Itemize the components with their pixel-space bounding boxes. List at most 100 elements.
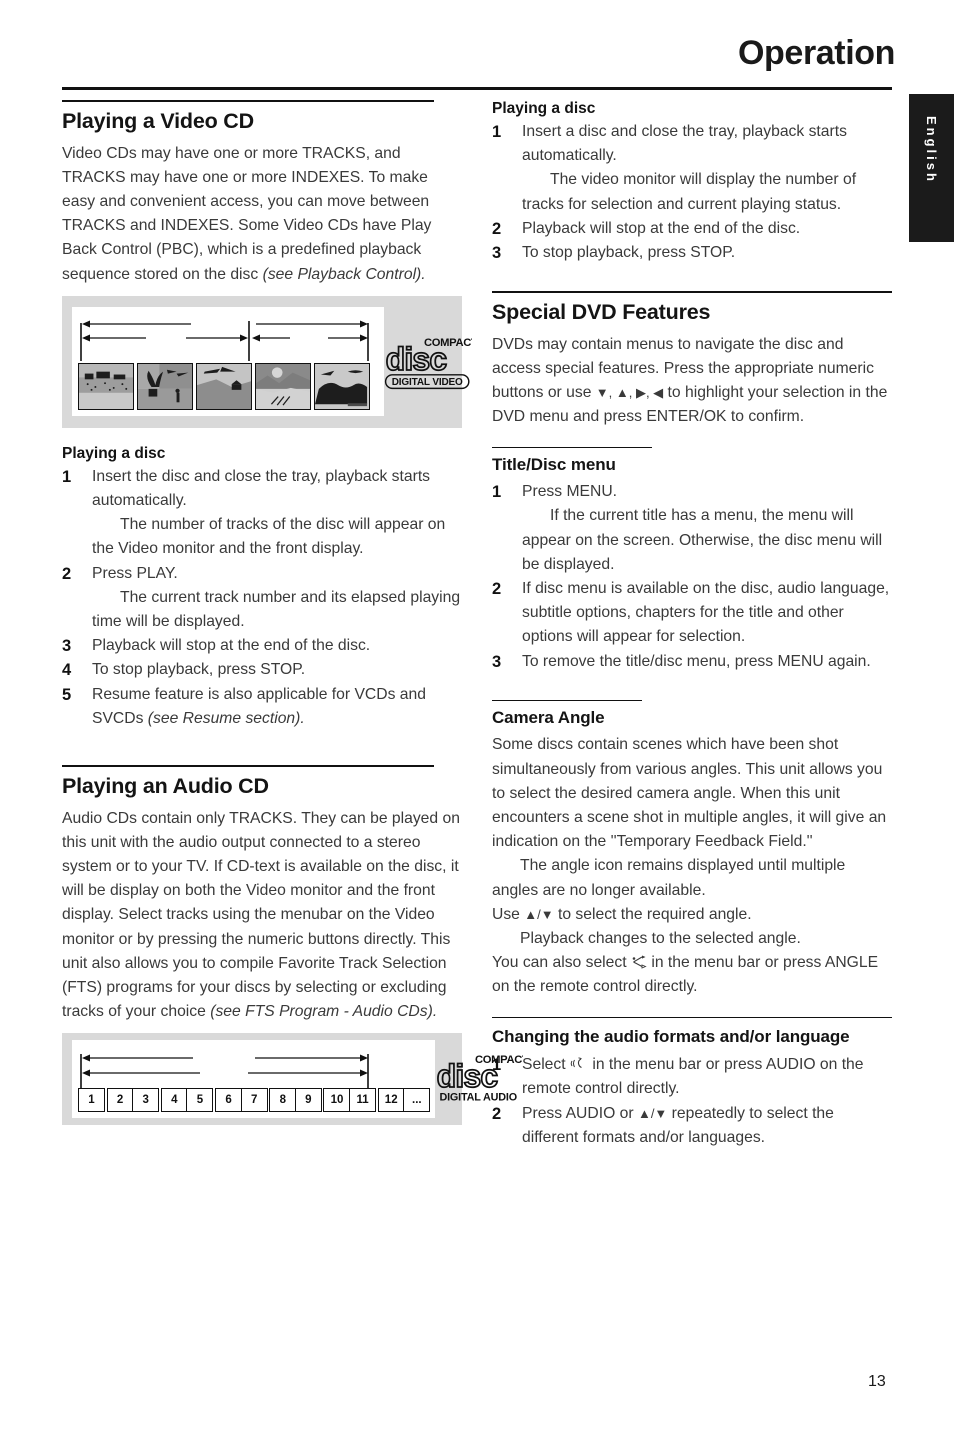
step-text: To stop playback, press STOP. [92, 661, 306, 679]
track-box: 5 [186, 1088, 214, 1113]
step-number: 3 [62, 637, 72, 656]
video-cd-thumbnails [78, 363, 378, 411]
list-item: 1 Insert the disc and close the tray, pl… [62, 465, 462, 562]
camera-angle-note-2: Playback changes to the selected angle. [520, 930, 801, 948]
step-text: Playback will stop at the end of the dis… [92, 637, 371, 655]
angle-icon [632, 955, 647, 969]
camera-angle-paragraph-3: Use ▲/▼ to select the required angle. [492, 903, 892, 927]
track-box: 6 [215, 1088, 243, 1113]
audio-formats-rule [492, 1016, 892, 1019]
video-cd-intro: Video CDs may have one or more TRACKS, a… [62, 144, 432, 283]
video-cd-heading-rule [62, 100, 434, 102]
video-thumbnail [137, 363, 193, 411]
title-disc-menu-steps-list: 1 Press MENU. If the current title has a… [492, 480, 892, 674]
audio-format-steps-list: 1 Select in the menu bar or press AUDIO … [492, 1053, 892, 1150]
camera-angle-post: to select the required angle. [553, 905, 752, 923]
track-index-arrow-graphic [80, 320, 369, 362]
step-text: To stop playback, press STOP. [522, 244, 736, 262]
step-text: To remove the title/disc menu, press MEN… [522, 652, 871, 670]
step-text-pre: Select [522, 1056, 570, 1074]
subheading-playing-a-disc-dvd: Playing a disc [492, 100, 596, 117]
camera-angle-pre: Use [492, 905, 525, 923]
track-box: 11 [349, 1088, 377, 1113]
left-column: Playing a Video CD Video CDs may have on… [62, 100, 523, 1126]
audio-cd-heading-rule [62, 765, 434, 767]
header-divider [62, 87, 892, 90]
step-number: 2 [492, 1104, 502, 1123]
audio-cd-figure: 1 2 3 4 5 6 7 8 9 10 11 12 ... COMPACT d… [62, 1033, 523, 1126]
track-box: 1 [78, 1088, 105, 1113]
step-number: 2 [492, 219, 502, 238]
heading-playing-a-video-cd: Playing a Video CD [62, 108, 254, 133]
list-item: 3 Playback will stop at the end of the d… [62, 634, 462, 658]
language-tab-label: English [924, 116, 939, 184]
track-box: 2 [106, 1088, 134, 1113]
track-box: 12 [377, 1088, 405, 1113]
step-text: Insert a disc and close the tray, playba… [522, 123, 847, 165]
cd-digital-video-logo-wrap: COMPACT disc DIGITAL VIDEO [384, 334, 472, 390]
video-cd-intro-text: Video CDs may have one or more TRACKS, a… [62, 142, 462, 287]
video-cd-intro-italic: (see Playback Control). [262, 265, 426, 283]
step-text: If disc menu is available on the disc, a… [522, 580, 890, 646]
list-item: 1 Select in the menu bar or press AUDIO … [492, 1053, 892, 1101]
audio-cd-body: Audio CDs contain only TRACKS. They can … [62, 809, 460, 1021]
direction-arrows-icon: ▼, ▲, ▶, ◀ [595, 385, 664, 401]
heading-special-dvd-features: Special DVD Features [492, 299, 711, 324]
heading-camera-angle: Camera Angle [492, 708, 605, 728]
track-box: 4 [160, 1088, 188, 1113]
step-number: 2 [492, 580, 502, 599]
list-item: 4 To stop playback, press STOP. [62, 658, 462, 682]
vcd-steps-list: 1 Insert the disc and close the tray, pl… [62, 465, 462, 731]
track-box: 9 [294, 1088, 322, 1113]
special-dvd-body: DVDs may contain menus to navigate the d… [492, 333, 892, 430]
page-title: Operation [738, 34, 895, 72]
heading-changing-audio-formats: Changing the audio formats and/or langua… [492, 1027, 850, 1047]
audio-icon [570, 1057, 582, 1069]
list-item: 1 Insert a disc and close the tray, play… [492, 120, 892, 217]
step-number: 1 [62, 467, 72, 486]
step-number: 3 [492, 652, 502, 671]
up-down-arrows-icon: ▲/▼ [524, 906, 554, 922]
step-number: 1 [492, 1056, 502, 1075]
audio-cd-body-text: Audio CDs contain only TRACKS. They can … [62, 807, 462, 1025]
audio-cd-track-arrows [78, 1048, 429, 1089]
video-thumbnail [314, 363, 370, 411]
video-cd-figure: COMPACT disc DIGITAL VIDEO [62, 295, 472, 428]
track-box: 8 [269, 1088, 297, 1113]
special-dvd-heading-rule [492, 291, 892, 293]
step-text-italic: (see Resume section). [147, 709, 305, 727]
right-column: Playing a disc 1 Insert a disc and close… [492, 100, 892, 1150]
track-box: 7 [240, 1088, 268, 1113]
heading-playing-an-audio-cd: Playing an Audio CD [62, 773, 269, 798]
video-cd-figure-inner [72, 307, 384, 417]
svg-text:disc: disc [437, 1058, 498, 1094]
step-text: Playback will stop at the end of the dis… [522, 219, 801, 237]
list-item: 5 Resume feature is also applicable for … [62, 683, 462, 731]
step-number: 4 [62, 661, 72, 680]
step-note: The number of tracks of the disc will ap… [92, 516, 446, 558]
svg-text:DIGITAL VIDEO: DIGITAL VIDEO [392, 377, 463, 388]
step-note: If the current title has a menu, the men… [522, 507, 883, 573]
camera-angle-paragraph-5: You can also select in the menu bar or p… [492, 951, 892, 999]
page-number: 13 [868, 1373, 886, 1390]
step-note: The current track number and its elapsed… [92, 588, 461, 631]
step-number: 2 [62, 564, 72, 583]
audio-cd-body-italic: (see FTS Program - Audio CDs). [210, 1003, 438, 1021]
list-item: 2 Press AUDIO or ▲/▼ repeatedly to selec… [492, 1102, 892, 1150]
language-tab: English [909, 94, 954, 242]
step-text-pre: Press AUDIO or [522, 1104, 638, 1122]
subheading-playing-a-disc-vcd: Playing a disc [62, 444, 166, 462]
dvd-playing-steps-list: 1 Insert a disc and close the tray, play… [492, 120, 892, 265]
list-item: 1 Press MENU. If the current title has a… [492, 480, 892, 577]
heading-title-disc-menu: Title/Disc menu [492, 455, 616, 475]
track-box: 10 [323, 1088, 351, 1113]
step-number: 1 [492, 483, 502, 502]
svg-text:disc: disc [386, 341, 447, 377]
video-thumbnail [78, 363, 134, 411]
list-item: 3 To stop playback, press STOP. [492, 241, 892, 265]
step-note: The video monitor will display the numbe… [522, 171, 857, 213]
step-number: 3 [492, 244, 502, 263]
audio-cd-figure-inner: 1 2 3 4 5 6 7 8 9 10 11 12 ... [72, 1040, 435, 1119]
step-number: 1 [492, 123, 502, 141]
step-text: Insert the disc and close the tray, play… [92, 467, 431, 510]
